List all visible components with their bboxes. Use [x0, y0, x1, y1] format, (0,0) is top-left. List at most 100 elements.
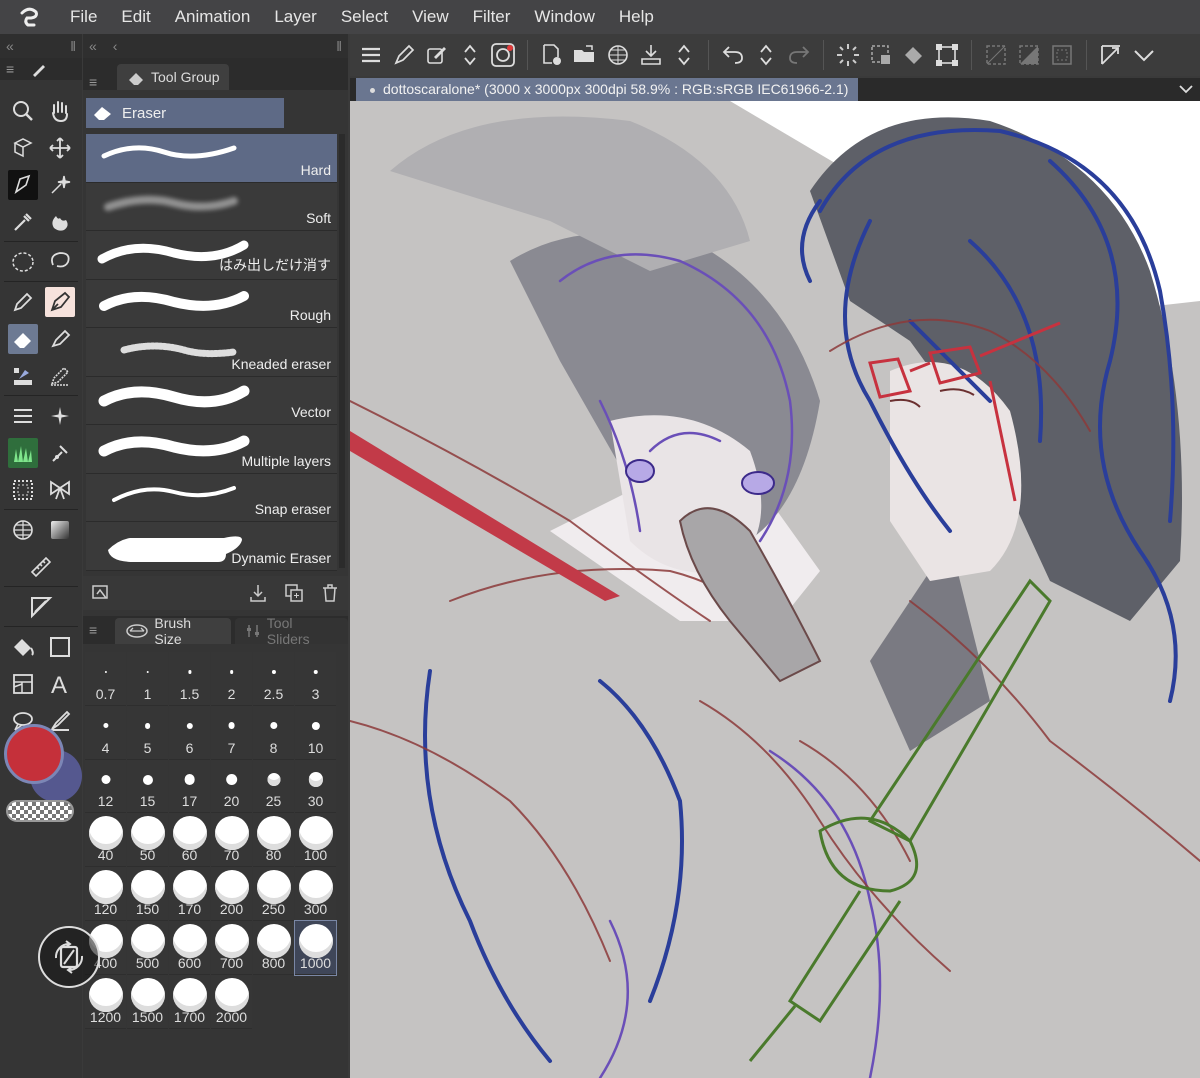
brush-size-cell[interactable]: 150 [127, 867, 168, 921]
fill-tool-icon[interactable] [45, 438, 75, 468]
brush-size-cell[interactable]: 25 [253, 759, 294, 814]
menu-icon[interactable]: ≡ [6, 61, 20, 77]
drawing-canvas[interactable] [350, 101, 1200, 1078]
brush-size-cell[interactable]: 700 [211, 920, 252, 975]
collapse-left-icon[interactable]: « [6, 38, 14, 54]
menu-window[interactable]: Window [522, 0, 606, 34]
menu-icon[interactable]: ≡ [89, 74, 103, 90]
brush-size-cell[interactable]: 300 [295, 867, 336, 921]
menu-animation[interactable]: Animation [163, 0, 263, 34]
brush-item-rough[interactable]: Rough [86, 279, 337, 328]
show-line-icon[interactable] [1096, 40, 1126, 70]
brush-size-cell[interactable]: 100 [295, 813, 336, 868]
menu-file[interactable]: File [58, 0, 109, 34]
quick-access-button[interactable] [38, 926, 100, 988]
brush-size-cell[interactable]: 17 [169, 759, 210, 814]
brush-size-cell[interactable]: 200 [211, 867, 252, 921]
3d-move-icon[interactable] [8, 133, 38, 163]
sparkle-icon[interactable] [45, 401, 75, 431]
brush-size-cell[interactable]: 6 [169, 705, 210, 760]
pen-tab-icon[interactable] [30, 60, 48, 78]
brush-size-cell[interactable]: 2 [211, 652, 252, 706]
marker-icon[interactable] [45, 324, 75, 354]
brush-item-kneaded[interactable]: Kneaded eraser [86, 328, 337, 377]
brush-size-cell[interactable]: 800 [253, 920, 294, 975]
app-logo-icon[interactable] [0, 0, 58, 34]
fill-selection-icon[interactable] [899, 40, 929, 70]
document-tab[interactable]: dottoscaralone* (3000 x 3000px 300dpi 58… [356, 78, 859, 101]
redo-icon[interactable] [784, 40, 814, 70]
move-icon[interactable] [45, 133, 75, 163]
pencil-icon[interactable] [45, 361, 75, 391]
brush-size-cell[interactable]: 250 [253, 867, 294, 921]
auto-select-icon[interactable] [45, 170, 75, 200]
save-icon[interactable] [603, 40, 633, 70]
pen-pressure-icon[interactable] [389, 40, 419, 70]
square-icon[interactable] [45, 632, 75, 662]
panel-grip-icon[interactable]: ‖ [70, 38, 76, 54]
brush-size-cell[interactable]: 1200 [85, 974, 126, 1029]
brush-size-cell[interactable]: 12 [85, 759, 126, 814]
trash-icon[interactable] [320, 583, 340, 603]
brush-size-cell[interactable]: 80 [253, 813, 294, 868]
gradient-icon[interactable] [45, 515, 75, 545]
brush-size-cell[interactable]: 500 [127, 920, 168, 975]
transform-icon[interactable] [932, 40, 962, 70]
brush-item-soft[interactable]: Soft [86, 182, 337, 231]
invert-selection-icon[interactable] [1014, 40, 1044, 70]
brush-size-cell[interactable]: 30 [295, 759, 336, 814]
brush-size-cell[interactable]: 1700 [169, 974, 210, 1029]
brush-size-cell[interactable]: 2000 [211, 974, 252, 1029]
brush-size-cell[interactable]: 10 [295, 705, 336, 760]
eyedropper-icon[interactable] [8, 207, 38, 237]
main-color-swatch[interactable] [4, 724, 64, 784]
lines-icon[interactable] [8, 401, 38, 431]
ribbon-icon[interactable] [45, 475, 75, 505]
zoom-icon[interactable] [8, 96, 38, 126]
brush-size-cell[interactable]: 1 [127, 652, 168, 706]
panel-grip-icon[interactable]: ‖ [336, 38, 342, 54]
ink-pen-icon[interactable] [44, 286, 75, 317]
brush-size-cell[interactable]: 0.7 [85, 652, 126, 706]
loading-spinner-icon[interactable] [833, 40, 863, 70]
brush-size-cell[interactable]: 120 [85, 867, 126, 921]
ruler-icon[interactable] [26, 552, 56, 582]
menu-icon[interactable]: ≡ [89, 622, 103, 638]
brush-size-cell[interactable]: 60 [169, 813, 210, 868]
menu-select[interactable]: Select [329, 0, 400, 34]
brush-size-cell[interactable]: 1.5 [169, 652, 210, 706]
updown-arrows-icon-2[interactable] [669, 40, 699, 70]
duplicate-icon[interactable] [284, 583, 304, 603]
marquee-icon[interactable] [8, 247, 38, 277]
brush-item-multiple-layers[interactable]: Multiple layers [86, 425, 337, 474]
open-folder-icon[interactable] [570, 40, 600, 70]
brush-size-cell[interactable]: 2.5 [253, 652, 294, 706]
select-all-icon[interactable] [866, 40, 896, 70]
menu-view[interactable]: View [400, 0, 461, 34]
brush-size-cell[interactable]: 15 [127, 759, 168, 814]
new-file-icon[interactable] [537, 40, 567, 70]
sub-tool-scrollbar[interactable] [339, 134, 345, 568]
import-icon[interactable] [248, 583, 268, 603]
menu-layer[interactable]: Layer [262, 0, 329, 34]
grass-brush-icon[interactable] [7, 437, 38, 468]
brush-item-dynamic[interactable]: Dynamic Eraser [86, 522, 337, 571]
brush-size-cell[interactable]: 8 [253, 705, 294, 760]
grid-icon[interactable] [8, 515, 38, 545]
brush-size-cell[interactable]: 5 [127, 705, 168, 760]
brush-item-snap[interactable]: Snap eraser [86, 473, 337, 522]
blend-icon[interactable] [45, 207, 75, 237]
sub-tool-settings-icon[interactable] [91, 583, 111, 603]
clear-selection-icon[interactable] [981, 40, 1011, 70]
brush-size-cell[interactable]: 3 [295, 652, 336, 706]
brush-size-cell[interactable]: 40 [85, 813, 126, 868]
menu-help[interactable]: Help [607, 0, 666, 34]
tab-tool-sliders[interactable]: Tool Sliders [235, 615, 349, 647]
tab-tool-group[interactable]: Tool Group [117, 64, 230, 90]
texture-icon[interactable] [8, 475, 38, 505]
tab-chevron-down-icon[interactable] [1178, 82, 1194, 96]
brush-size-cell[interactable]: 20 [211, 759, 252, 814]
collapse-double-icon[interactable]: « [89, 38, 97, 54]
transparent-color-swatch[interactable] [6, 800, 74, 822]
pen-icon[interactable] [8, 287, 38, 317]
